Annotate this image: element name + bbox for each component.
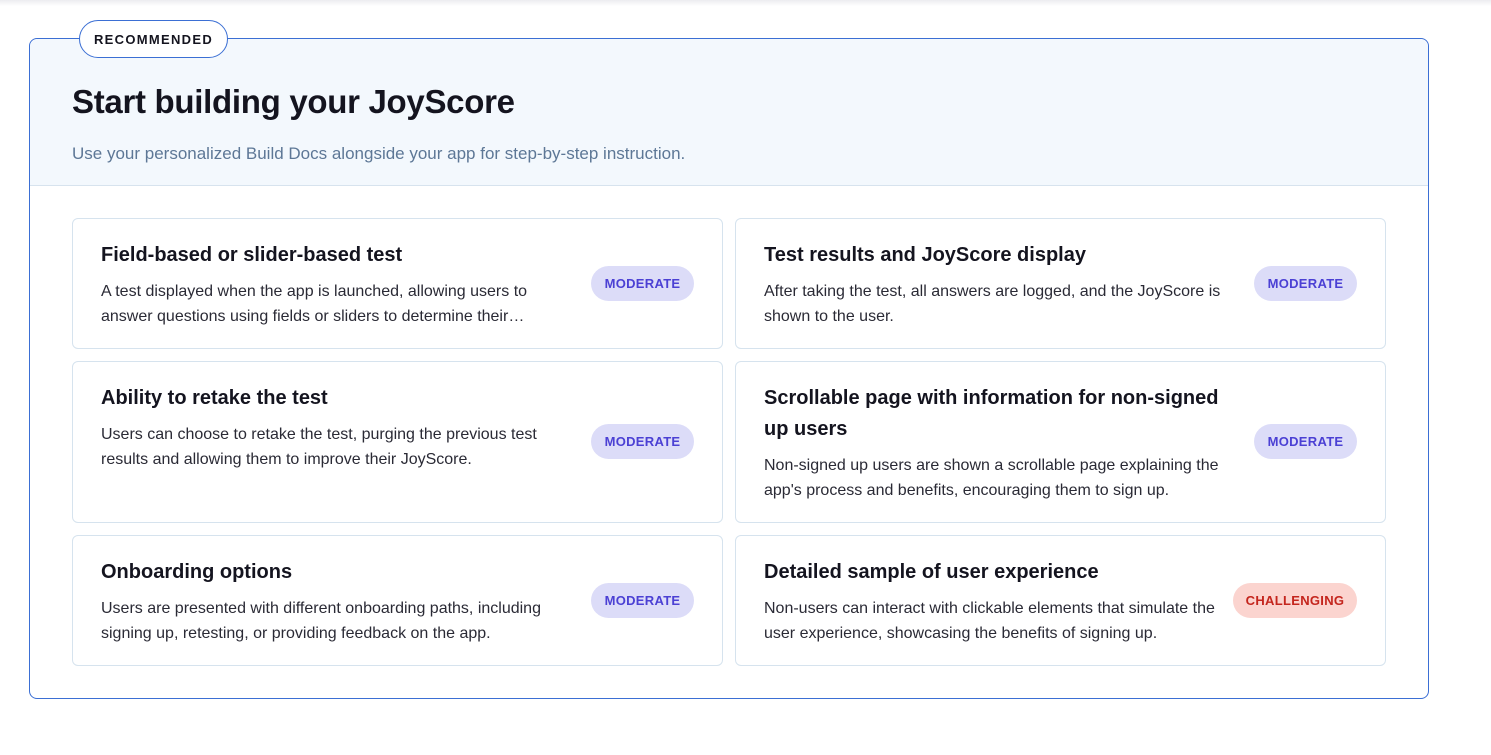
feature-card-field-based-test[interactable]: Field-based or slider-based test A test …	[72, 218, 723, 349]
feature-card-retake-test[interactable]: Ability to retake the test Users can cho…	[72, 361, 723, 523]
difficulty-badge: MODERATE	[591, 424, 694, 459]
feature-description: After taking the test, all answers are l…	[764, 283, 1221, 325]
difficulty-badge: MODERATE	[591, 266, 694, 301]
feature-description: Users can choose to retake the test, pur…	[101, 426, 537, 468]
difficulty-badge: MODERATE	[1254, 266, 1357, 301]
panel-header: Start building your JoyScore Use your pe…	[30, 39, 1428, 186]
feature-title: Ability to retake the test	[101, 387, 328, 409]
feature-title: Field-based or slider-based test	[101, 244, 403, 266]
feature-title: Detailed sample of user experience	[764, 561, 1099, 583]
feature-description: Users are presented with different onboa…	[101, 600, 541, 642]
feature-title: Test results and JoyScore display	[764, 244, 1086, 266]
difficulty-badge: MODERATE	[1254, 424, 1357, 459]
panel-title: Start building your JoyScore	[72, 83, 515, 120]
panel-subtitle: Use your personalized Build Docs alongsi…	[72, 144, 686, 163]
feature-card-test-results[interactable]: Test results and JoyScore display After …	[735, 218, 1386, 349]
feature-title: Onboarding options	[101, 561, 293, 583]
feature-card-user-experience-sample[interactable]: Detailed sample of user experience Non-u…	[735, 535, 1386, 666]
difficulty-badge: MODERATE	[591, 583, 694, 618]
top-shadow	[0, 0, 1491, 6]
feature-title: Scrollable page with information for non…	[764, 387, 1219, 440]
feature-description: A test displayed when the app is launche…	[101, 283, 528, 325]
difficulty-badge: CHALLENGING	[1233, 583, 1357, 618]
feature-card-scrollable-page[interactable]: Scrollable page with information for non…	[735, 361, 1386, 523]
feature-description: Non-signed up users are shown a scrollab…	[764, 457, 1219, 499]
recommended-tag: RECOMMENDED	[79, 20, 228, 58]
feature-card-onboarding-options[interactable]: Onboarding options Users are presented w…	[72, 535, 723, 666]
feature-description: Non-users can interact with clickable el…	[764, 600, 1215, 642]
recommended-panel: RECOMMENDED Start building your JoyScore…	[29, 20, 1429, 699]
